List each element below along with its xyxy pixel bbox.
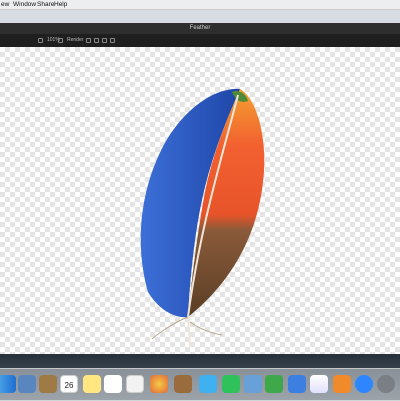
dock: 26 bbox=[0, 368, 400, 401]
window-title: Feather bbox=[189, 25, 211, 31]
render-mode[interactable]: Render bbox=[67, 34, 83, 47]
menu-window[interactable]: Window bbox=[13, 0, 36, 9]
preview-window: Feather 101% Render bbox=[0, 23, 400, 354]
rotate-icon[interactable] bbox=[94, 38, 99, 43]
maps-icon[interactable] bbox=[222, 375, 240, 393]
menu-share[interactable]: Share bbox=[37, 0, 54, 9]
menu-view[interactable]: ew bbox=[1, 0, 9, 9]
toolbar: 101% Render bbox=[0, 34, 400, 48]
stickies-icon[interactable] bbox=[83, 375, 101, 393]
appstore-icon[interactable] bbox=[355, 375, 373, 393]
calendar-icon[interactable]: 26 bbox=[60, 375, 78, 393]
photobooth-icon[interactable] bbox=[150, 375, 168, 393]
sidebar-icon[interactable] bbox=[38, 38, 43, 43]
finder-icon[interactable] bbox=[0, 375, 16, 393]
menu-help[interactable]: Help bbox=[54, 0, 67, 9]
share-icon[interactable] bbox=[102, 38, 107, 43]
search-icon[interactable] bbox=[110, 38, 115, 43]
calendar-day: 26 bbox=[64, 381, 74, 390]
settings-icon[interactable] bbox=[377, 375, 395, 393]
feather-image bbox=[140, 88, 265, 348]
photos-icon[interactable] bbox=[126, 375, 144, 393]
markup-icon[interactable] bbox=[86, 38, 91, 43]
numbers-icon[interactable] bbox=[265, 375, 283, 393]
zoom-icon[interactable] bbox=[58, 38, 63, 43]
facetime-icon[interactable] bbox=[174, 375, 192, 393]
ibooks-icon[interactable] bbox=[333, 375, 351, 393]
menu-bar: ew Window Share Help bbox=[0, 0, 400, 10]
preview-icon[interactable] bbox=[18, 375, 36, 393]
notes-icon[interactable] bbox=[39, 375, 57, 393]
itunes-icon[interactable] bbox=[310, 375, 328, 393]
keynote-icon[interactable] bbox=[288, 375, 306, 393]
reminders-icon[interactable] bbox=[104, 375, 122, 393]
title-bar[interactable]: Feather bbox=[0, 23, 400, 34]
photoscan-icon[interactable] bbox=[244, 375, 262, 393]
image-canvas bbox=[0, 47, 400, 354]
messages-icon[interactable] bbox=[199, 375, 217, 393]
